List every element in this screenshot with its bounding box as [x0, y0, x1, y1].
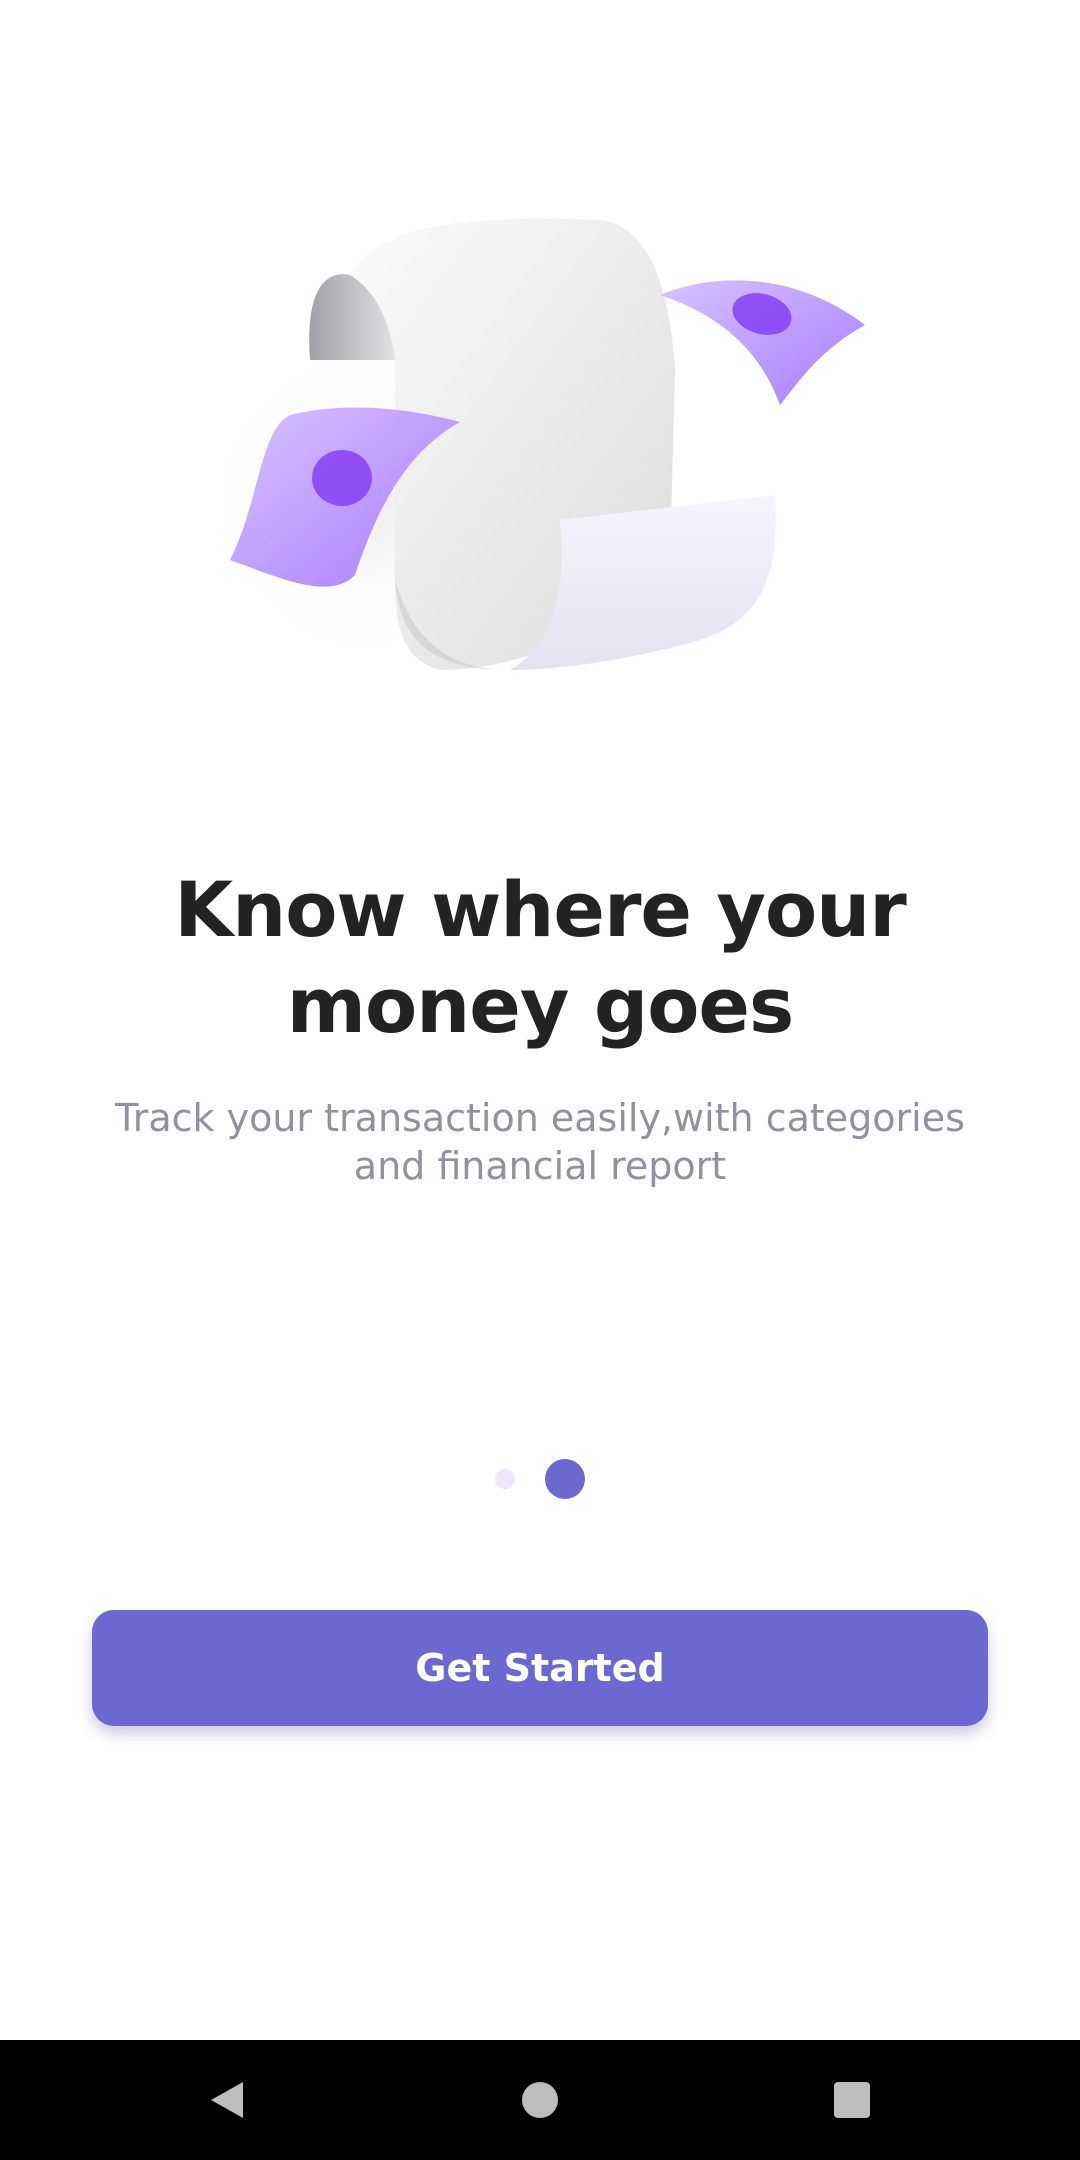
page-dot-2-active[interactable] — [545, 1459, 585, 1499]
page-dot-1[interactable] — [495, 1469, 515, 1489]
subtitle-line-2: and financial report — [353, 1144, 727, 1188]
recent-square-icon — [834, 2082, 870, 2118]
receipt-with-money-icon — [200, 218, 865, 670]
recent-apps-button[interactable] — [792, 2040, 912, 2160]
get-started-button[interactable]: Get Started — [92, 1610, 988, 1726]
home-circle-icon — [522, 2082, 558, 2118]
system-navigation-bar — [0, 2040, 1080, 2160]
onboarding-subtitle: Track your transaction easily,with categ… — [100, 1094, 980, 1190]
home-button[interactable] — [480, 2040, 600, 2160]
onboarding-screen: Know where your money goes Track your tr… — [0, 0, 1080, 2160]
onboarding-title: Know where your money goes — [0, 862, 1080, 1054]
back-button[interactable] — [167, 2040, 287, 2160]
subtitle-line-1: Track your transaction easily,with categ… — [115, 1096, 965, 1140]
page-indicator — [0, 1458, 1080, 1500]
back-triangle-icon — [211, 2082, 243, 2118]
title-line-1: Know where your — [174, 865, 907, 954]
title-line-2: money goes — [286, 961, 794, 1050]
